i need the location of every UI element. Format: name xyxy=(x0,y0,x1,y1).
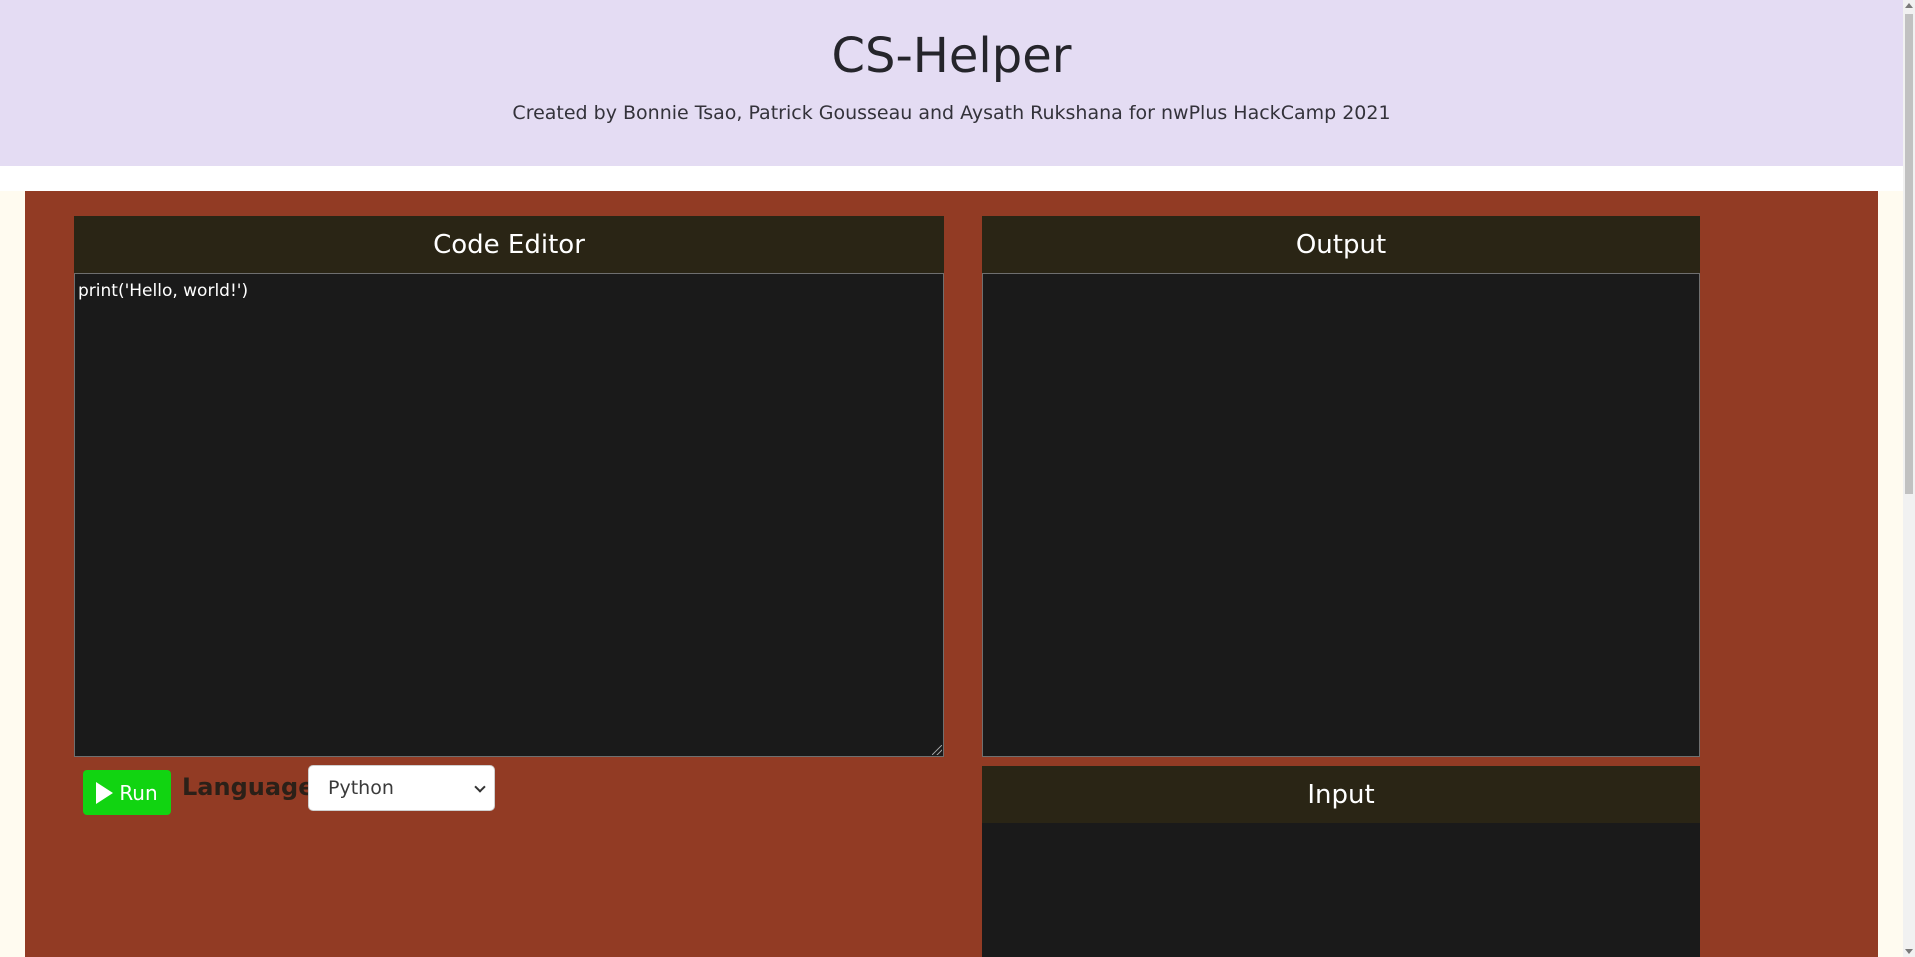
page-title: CS-Helper xyxy=(831,28,1072,84)
chevron-down-icon xyxy=(474,781,486,793)
scroll-up-icon[interactable] xyxy=(1905,3,1913,8)
input-textarea[interactable] xyxy=(982,823,1700,957)
code-editor-header: Code Editor xyxy=(74,216,944,273)
language-select[interactable]: Python xyxy=(308,765,495,811)
code-editor-content: print('Hello, world!') xyxy=(78,281,249,301)
input-header: Input xyxy=(982,766,1700,823)
header-spacer xyxy=(0,166,1903,191)
page: CS-Helper Created by Bonnie Tsao, Patric… xyxy=(0,0,1915,957)
output-area xyxy=(982,273,1700,757)
main-area: Code Editor print('Hello, world!') Run L… xyxy=(25,191,1878,957)
output-header: Output xyxy=(982,216,1700,273)
code-editor-textarea[interactable]: print('Hello, world!') xyxy=(74,273,944,757)
language-select-value: Python xyxy=(328,777,394,799)
scroll-down-icon[interactable] xyxy=(1905,949,1913,954)
run-button-label: Run xyxy=(119,780,158,805)
run-button[interactable]: Run xyxy=(83,770,171,815)
page-subtitle: Created by Bonnie Tsao, Patrick Gousseau… xyxy=(512,102,1391,124)
scrollbar-thumb[interactable] xyxy=(1905,14,1913,494)
code-editor-title: Code Editor xyxy=(433,229,585,260)
play-icon xyxy=(96,781,114,804)
output-title: Output xyxy=(1295,229,1387,260)
page-scrollbar[interactable] xyxy=(1903,0,1915,957)
language-label: Language: xyxy=(182,773,325,801)
site-header: CS-Helper Created by Bonnie Tsao, Patric… xyxy=(0,0,1903,166)
resize-handle-icon[interactable] xyxy=(932,745,942,755)
input-title: Input xyxy=(1307,779,1375,810)
